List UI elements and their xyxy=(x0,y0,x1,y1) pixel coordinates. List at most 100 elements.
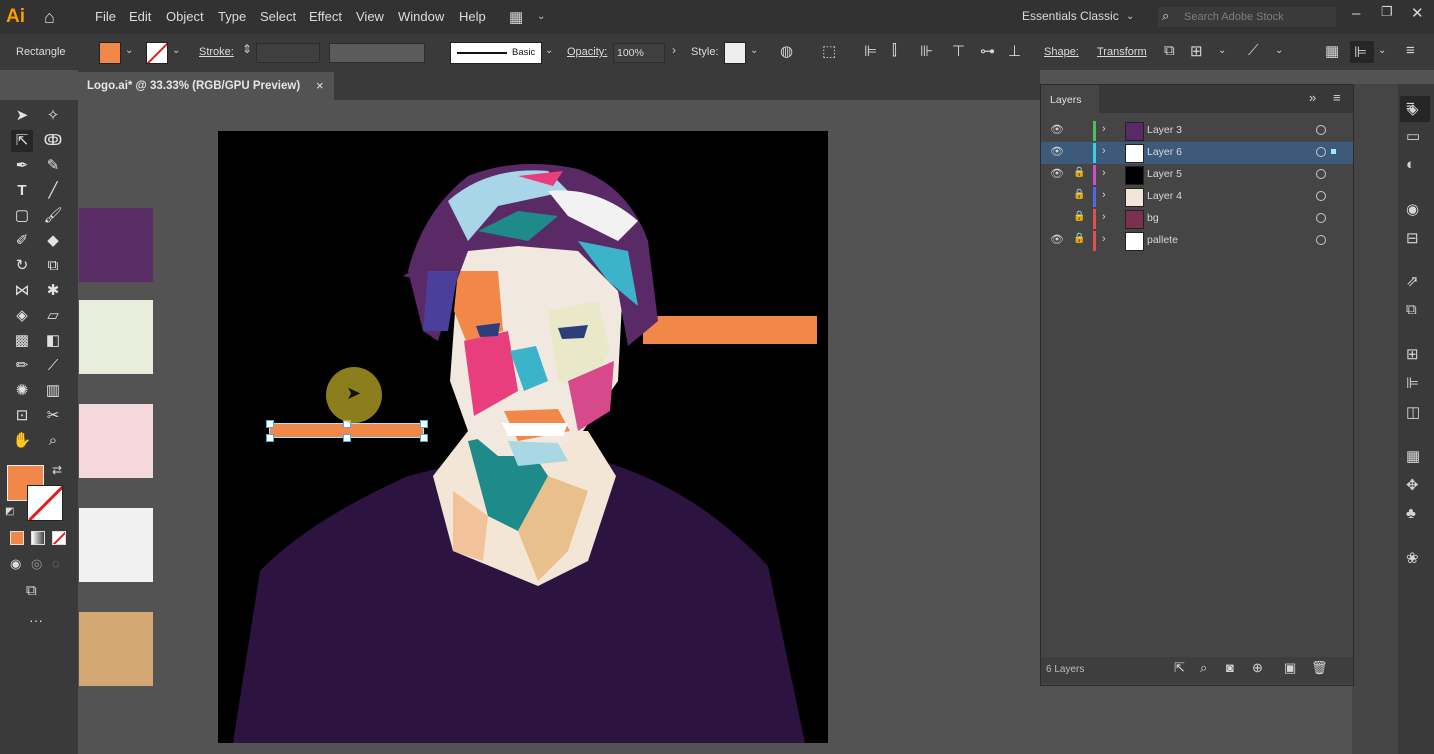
gradient-mode-icon[interactable] xyxy=(31,531,45,545)
color-guide-icon[interactable]: ◉ xyxy=(1406,200,1419,218)
layer-row-pallete[interactable]: 👁 🔒 › pallete xyxy=(1041,230,1353,252)
chevron-down-icon[interactable]: ⌄ xyxy=(750,45,758,56)
stroke-stepper-icon[interactable]: ⇕ xyxy=(242,42,252,56)
eraser-tool-icon[interactable]: ◆ xyxy=(42,230,64,252)
hand-tool-icon[interactable]: ✋ xyxy=(11,430,33,452)
menu-file[interactable]: File xyxy=(95,9,116,24)
handle-bottom-center[interactable] xyxy=(343,434,351,442)
recolor-artwork-icon[interactable]: ◍ xyxy=(780,42,793,60)
close-window-icon[interactable]: ✕ xyxy=(1411,4,1424,22)
draw-behind-icon[interactable]: ◎ xyxy=(31,556,42,572)
align-bottom-icon[interactable]: ⊥ xyxy=(1008,42,1021,60)
arrange-icon[interactable]: ⧉ xyxy=(1164,42,1175,59)
layer-row-layer-6[interactable]: 👁 › Layer 6 xyxy=(1041,142,1353,164)
new-layer-icon[interactable]: ▣ xyxy=(1284,660,1296,676)
selection-indicator[interactable] xyxy=(1331,149,1336,154)
pathfinder-panel-icon[interactable]: ◫ xyxy=(1406,403,1420,421)
slice-tool-icon[interactable]: ✂ xyxy=(42,405,64,427)
menu-help[interactable]: Help xyxy=(459,9,486,24)
chevron-right-icon[interactable]: › xyxy=(672,43,676,57)
symbols-panel-icon[interactable]: ♣ xyxy=(1406,505,1416,522)
menu-window[interactable]: Window xyxy=(398,9,444,24)
magic-wand-icon[interactable]: ✧ xyxy=(42,105,64,127)
target-circle-icon[interactable] xyxy=(1316,191,1326,201)
selection-tool-icon[interactable]: ➤ xyxy=(11,105,33,127)
palette-swatch-cream[interactable] xyxy=(79,300,153,374)
pen-tool-icon[interactable]: ✒ xyxy=(11,155,33,177)
align-right-icon[interactable]: ⊪ xyxy=(920,42,933,60)
home-icon[interactable]: ⌂ xyxy=(44,7,55,28)
curvature-tool-icon[interactable]: ✎ xyxy=(42,155,64,177)
graphic-styles-icon[interactable]: ❀ xyxy=(1406,549,1419,567)
layer-row-layer-5[interactable]: 👁 🔒 › Layer 5 xyxy=(1041,164,1353,186)
palette-swatch-pink[interactable] xyxy=(79,404,153,478)
draw-inside-icon[interactable]: ◌ xyxy=(52,556,60,571)
none-mode-icon[interactable] xyxy=(52,531,66,545)
palette-swatch-tan[interactable] xyxy=(79,612,153,686)
locate-object-icon[interactable]: ⌕ xyxy=(1200,660,1207,676)
symbol-sprayer-icon[interactable]: ✺ xyxy=(11,380,33,402)
artboard[interactable]: ➤ xyxy=(218,131,828,743)
edit-toolbar-icon[interactable]: ··· xyxy=(29,612,43,628)
chevron-down-icon[interactable]: ⌄ xyxy=(1275,45,1283,56)
lasso-tool-icon[interactable]: ↂ xyxy=(42,130,64,152)
type-tool-icon[interactable]: T xyxy=(11,180,33,202)
menu-object[interactable]: Object xyxy=(166,9,204,24)
layer-row-layer-4[interactable]: 🔒 › Layer 4 xyxy=(1041,186,1353,208)
lock-toggle[interactable] xyxy=(1073,123,1083,135)
layer-row-layer-3[interactable]: 👁 › Layer 3 xyxy=(1041,120,1353,142)
align-left-icon[interactable]: ⊫ xyxy=(864,42,877,60)
mesh-tool-icon[interactable]: ▩ xyxy=(11,330,33,352)
arrange-documents-icon[interactable]: ▦ xyxy=(509,8,523,26)
lock-icon[interactable]: 🔒 xyxy=(1073,189,1085,200)
visibility-eye-icon[interactable]: 👁 xyxy=(1050,233,1064,246)
graphic-style-swatch[interactable] xyxy=(724,42,746,64)
chevron-right-icon[interactable]: › xyxy=(1102,145,1106,157)
transform-panel-icon[interactable]: ⊞ xyxy=(1406,345,1419,363)
align-center-icon[interactable]: ⫿ xyxy=(892,42,897,59)
trash-icon[interactable]: 🗑 xyxy=(1311,660,1328,676)
menu-view[interactable]: View xyxy=(356,9,384,24)
visibility-eye-icon[interactable]: 👁 xyxy=(1050,167,1064,180)
document-tab[interactable]: Logo.ai* @ 33.33% (RGB/GPU Preview) × xyxy=(78,72,334,100)
palette-swatch-purple[interactable] xyxy=(79,208,153,282)
shaper-tool-icon[interactable]: ✐ xyxy=(11,230,33,252)
properties-toggle[interactable]: ⊫ xyxy=(1350,41,1374,63)
eyedropper-tool-icon[interactable]: ⟋ xyxy=(42,355,64,377)
isolate-icon[interactable]: ⟋ xyxy=(1248,42,1259,59)
rotate-tool-icon[interactable]: ↻ xyxy=(11,255,33,277)
menu-select[interactable]: Select xyxy=(260,9,296,24)
chevron-right-icon[interactable]: › xyxy=(1102,189,1106,201)
handle-bottom-left[interactable] xyxy=(266,434,274,442)
default-colors-icon[interactable]: ◩ xyxy=(5,506,14,517)
artboards-panel-icon[interactable]: ⧉ xyxy=(1406,301,1417,318)
properties-icon[interactable]: ≡ xyxy=(1406,98,1415,115)
lock-icon[interactable]: 🔒 xyxy=(1073,233,1085,244)
paintbrush-tool-icon[interactable]: 🖌 xyxy=(42,205,64,227)
shape-label[interactable]: Shape: xyxy=(1044,46,1079,58)
swatches-panel-icon[interactable]: ▦ xyxy=(1406,447,1420,465)
swap-fill-stroke-icon[interactable]: ⇄ xyxy=(52,463,62,477)
stroke-weight-field[interactable] xyxy=(256,43,320,63)
gradient-panel-icon[interactable]: ▭ xyxy=(1406,127,1420,145)
visibility-eye-icon[interactable]: 👁 xyxy=(1050,123,1064,136)
lock-toggle[interactable] xyxy=(1073,145,1083,157)
shape-builder-icon[interactable]: ◈ xyxy=(11,305,33,327)
puppet-warp-icon[interactable]: ✱ xyxy=(42,280,64,302)
lock-icon[interactable]: 🔒 xyxy=(1073,211,1085,222)
measure-tool-icon[interactable]: ✏ xyxy=(11,355,33,377)
perspective-grid-icon[interactable]: ▱ xyxy=(42,305,64,327)
grid-icon[interactable]: ▦ xyxy=(1325,42,1339,60)
chevron-down-icon[interactable]: ⌄ xyxy=(1378,45,1386,56)
chevron-right-icon[interactable]: › xyxy=(1102,233,1106,245)
chevron-right-icon[interactable]: › xyxy=(1102,211,1106,223)
align-middle-icon[interactable]: ⊶ xyxy=(980,42,995,60)
align-panel-icon[interactable]: ⊫ xyxy=(1406,374,1419,392)
color-mode-icon[interactable] xyxy=(10,531,24,545)
stock-search-field[interactable]: ⌕ Search Adobe Stock xyxy=(1158,7,1336,27)
menu-effect[interactable]: Effect xyxy=(309,9,342,24)
visibility-toggle[interactable] xyxy=(1050,189,1062,201)
chevron-down-icon[interactable]: ⌄ xyxy=(545,45,553,56)
restore-icon[interactable]: ❐ xyxy=(1381,4,1393,20)
chevron-down-icon[interactable]: ⌄ xyxy=(1126,11,1134,22)
